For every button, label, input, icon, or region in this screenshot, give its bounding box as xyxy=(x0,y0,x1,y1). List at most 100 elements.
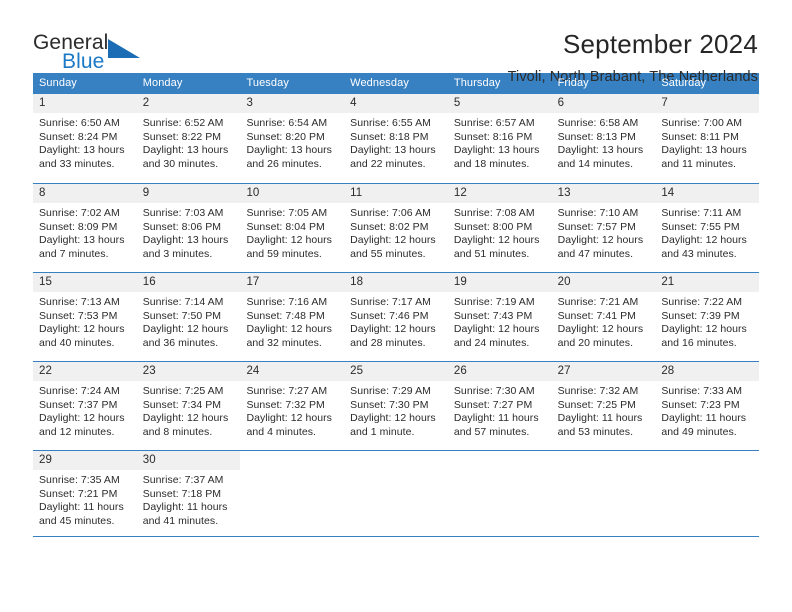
day-number-band: 26 xyxy=(447,362,552,381)
calendar-day-cell[interactable]: 30 Sunrise: 7:37 AM Sunset: 7:18 PM Dayligh… xyxy=(136,451,241,536)
daylight-text-line2: and 12 minutes. xyxy=(39,425,115,438)
sunset-text: Sunset: 8:24 PM xyxy=(39,130,118,143)
daylight-text-line2: and 51 minutes. xyxy=(453,247,530,260)
calendar-day-cell[interactable]: 24 Sunrise: 7:27 AM Sunset: 7:32 PM Dayligh… xyxy=(240,362,345,450)
sunset-text: Sunset: 7:21 PM xyxy=(39,487,118,500)
day-number: 10 xyxy=(246,187,260,199)
calendar-day-cell[interactable]: 7 Sunrise: 7:00 AM Sunset: 8:11 PM Daylight… xyxy=(655,94,760,183)
calendar-weeks: 1 Sunrise: 6:50 AM Sunset: 8:24 PM Daylight… xyxy=(33,94,760,537)
day-details: Sunrise: 7:22 AM Sunset: 7:39 PM Daylight:… xyxy=(655,292,759,350)
daylight-text-line1: Daylight: 13 hours xyxy=(142,234,229,247)
sunset-text: Sunset: 7:37 PM xyxy=(39,398,118,411)
calendar-day-cell[interactable]: 28 Sunrise: 7:33 AM Sunset: 7:23 PM Dayligh… xyxy=(655,362,760,450)
calendar-day-cell[interactable]: 5 Sunrise: 6:57 AM Sunset: 8:16 PM Daylight… xyxy=(447,94,552,183)
calendar-day-cell[interactable]: 15 Sunrise: 7:13 AM Sunset: 7:53 PM Dayligh… xyxy=(33,273,137,361)
calendar-day-cell[interactable]: 26 Sunrise: 7:30 AM Sunset: 7:27 PM Dayligh… xyxy=(447,362,552,450)
day-number-band: 2 xyxy=(136,94,241,113)
daylight-text-line2: and 7 minutes. xyxy=(39,247,109,260)
daylight-text-line2: and 57 minutes. xyxy=(453,425,530,438)
sunset-text: Sunset: 7:43 PM xyxy=(453,309,533,322)
daylight-text-line1: Daylight: 13 hours xyxy=(39,234,125,247)
sunrise-text: Sunrise: 6:58 AM xyxy=(557,117,639,129)
daylight-text-line1: Daylight: 12 hours xyxy=(39,323,125,336)
sunrise-text: Sunrise: 7:05 AM xyxy=(246,207,328,219)
day-number-band: 29 xyxy=(33,451,137,470)
calendar-day-cell[interactable]: 25 Sunrise: 7:29 AM Sunset: 7:30 PM Dayligh… xyxy=(344,362,448,450)
day-number-band xyxy=(447,451,552,470)
day-number: 28 xyxy=(661,365,675,377)
day-number: 29 xyxy=(39,454,52,466)
daylight-text-line1: Daylight: 13 hours xyxy=(350,144,436,157)
calendar-day-cell[interactable]: 10 Sunrise: 7:05 AM Sunset: 8:04 PM Dayligh… xyxy=(240,184,345,272)
day-number-band: 15 xyxy=(33,273,137,292)
day-number-band: 23 xyxy=(136,362,241,381)
sunrise-text: Sunrise: 7:21 AM xyxy=(557,296,639,308)
daylight-text-line1: Daylight: 13 hours xyxy=(246,144,332,157)
daylight-text-line2: and 11 minutes. xyxy=(661,157,736,170)
day-details: Sunrise: 7:03 AM Sunset: 8:06 PM Daylight:… xyxy=(137,203,241,261)
calendar-day-cell[interactable]: 8 Sunrise: 7:02 AM Sunset: 8:09 PM Daylight… xyxy=(33,184,137,272)
calendar-day-cell[interactable]: 18 Sunrise: 7:17 AM Sunset: 7:46 PM Dayligh… xyxy=(344,273,448,361)
daylight-text-line2: and 16 minutes. xyxy=(661,336,737,349)
day-number: 15 xyxy=(39,276,52,288)
calendar-day-cell[interactable]: 21 Sunrise: 7:22 AM Sunset: 7:39 PM Dayligh… xyxy=(655,273,760,361)
daylight-text-line1: Daylight: 12 hours xyxy=(350,412,436,425)
daylight-text-line2: and 36 minutes. xyxy=(142,336,219,349)
calendar-week-row: 22 Sunrise: 7:24 AM Sunset: 7:37 PM Dayligh… xyxy=(33,361,760,450)
day-number-band: 4 xyxy=(344,94,448,113)
day-details: Sunrise: 7:17 AM Sunset: 7:46 PM Daylight:… xyxy=(344,292,448,350)
day-details: Sunrise: 7:00 AM Sunset: 8:11 PM Daylight:… xyxy=(655,113,759,171)
calendar-day-cell[interactable]: 1 Sunrise: 6:50 AM Sunset: 8:24 PM Daylight… xyxy=(33,94,137,183)
sunset-text: Sunset: 7:53 PM xyxy=(39,309,118,322)
calendar-day-cell[interactable]: 3 Sunrise: 6:54 AM Sunset: 8:20 PM Daylight… xyxy=(240,94,345,183)
sunrise-text: Sunrise: 7:33 AM xyxy=(661,385,743,397)
daylight-text-line1: Daylight: 13 hours xyxy=(142,144,229,157)
calendar-day-cell[interactable]: 13 Sunrise: 7:10 AM Sunset: 7:57 PM Dayligh… xyxy=(551,184,656,272)
day-number-band xyxy=(655,451,760,470)
calendar-day-cell[interactable]: 2 Sunrise: 6:52 AM Sunset: 8:22 PM Daylight… xyxy=(136,94,241,183)
calendar-day-cell[interactable]: 6 Sunrise: 6:58 AM Sunset: 8:13 PM Daylight… xyxy=(551,94,656,183)
daylight-text-line2: and 43 minutes. xyxy=(661,247,737,260)
brand-logo[interactable]: General Blue xyxy=(33,28,163,78)
day-number: 7 xyxy=(661,97,668,109)
calendar-day-cell[interactable]: 16 Sunrise: 7:14 AM Sunset: 7:50 PM Dayligh… xyxy=(136,273,241,361)
calendar-week-row: 15 Sunrise: 7:13 AM Sunset: 7:53 PM Dayligh… xyxy=(33,272,760,361)
daylight-text-line2: and 22 minutes. xyxy=(350,157,426,170)
sunrise-text: Sunrise: 7:32 AM xyxy=(557,385,639,397)
calendar-day-cell[interactable]: 11 Sunrise: 7:06 AM Sunset: 8:02 PM Dayligh… xyxy=(344,184,448,272)
calendar-day-cell[interactable]: 29 Sunrise: 7:35 AM Sunset: 7:21 PM Dayligh… xyxy=(33,451,137,536)
sunrise-text: Sunrise: 7:27 AM xyxy=(246,385,328,397)
daylight-text-line1: Daylight: 12 hours xyxy=(246,412,332,425)
daylight-text-line1: Daylight: 12 hours xyxy=(246,234,332,247)
calendar-day-cell[interactable]: 23 Sunrise: 7:25 AM Sunset: 7:34 PM Dayligh… xyxy=(136,362,241,450)
day-details: Sunrise: 6:50 AM Sunset: 8:24 PM Daylight:… xyxy=(33,113,137,171)
day-number: 27 xyxy=(557,365,571,377)
calendar-day-cell[interactable]: 14 Sunrise: 7:11 AM Sunset: 7:55 PM Dayligh… xyxy=(655,184,760,272)
day-number-band: 24 xyxy=(240,362,345,381)
calendar-day-cell[interactable]: 9 Sunrise: 7:03 AM Sunset: 8:06 PM Daylight… xyxy=(136,184,241,272)
day-details: Sunrise: 7:14 AM Sunset: 7:50 PM Daylight:… xyxy=(137,292,241,350)
sunrise-text: Sunrise: 6:57 AM xyxy=(453,117,535,129)
page-title: September 2024 xyxy=(562,29,758,59)
day-number-band: 22 xyxy=(33,362,137,381)
daylight-text-line1: Daylight: 11 hours xyxy=(39,501,124,514)
calendar-day-cell[interactable]: 27 Sunrise: 7:32 AM Sunset: 7:25 PM Dayligh… xyxy=(551,362,656,450)
daylight-text-line2: and 28 minutes. xyxy=(350,336,426,349)
daylight-text-line1: Daylight: 12 hours xyxy=(350,234,436,247)
day-number-band: 7 xyxy=(655,94,760,113)
calendar-grid: Sunday Monday Tuesday Wednesday Thursday… xyxy=(33,73,760,537)
calendar-day-cell[interactable]: 20 Sunrise: 7:21 AM Sunset: 7:41 PM Dayligh… xyxy=(551,273,656,361)
calendar-day-cell[interactable]: 12 Sunrise: 7:08 AM Sunset: 8:00 PM Dayligh… xyxy=(447,184,552,272)
day-number-band: 20 xyxy=(551,273,656,292)
calendar-day-cell[interactable]: 19 Sunrise: 7:19 AM Sunset: 7:43 PM Dayligh… xyxy=(447,273,552,361)
sunset-text: Sunset: 8:04 PM xyxy=(246,220,325,233)
sunset-text: Sunset: 7:55 PM xyxy=(661,220,740,233)
daylight-text-line1: Daylight: 11 hours xyxy=(557,412,643,425)
day-number-band: 12 xyxy=(447,184,552,203)
day-details: Sunrise: 6:54 AM Sunset: 8:20 PM Daylight:… xyxy=(240,113,344,171)
sunset-text: Sunset: 7:57 PM xyxy=(557,220,636,233)
calendar-day-cell[interactable]: 17 Sunrise: 7:16 AM Sunset: 7:48 PM Dayligh… xyxy=(240,273,345,361)
calendar-day-cell[interactable]: 22 Sunrise: 7:24 AM Sunset: 7:37 PM Dayligh… xyxy=(33,362,137,450)
day-number: 9 xyxy=(142,187,150,199)
calendar-day-cell[interactable]: 4 Sunrise: 6:55 AM Sunset: 8:18 PM Daylight… xyxy=(344,94,448,183)
